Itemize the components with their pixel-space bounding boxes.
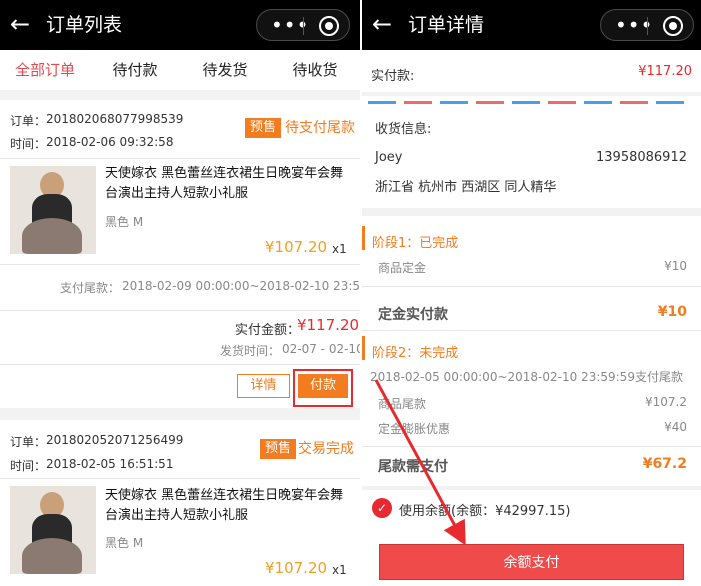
order-time-label: 时间： bbox=[10, 137, 47, 151]
tail-payment-period: 2018-02-09 00:00:00~2018-02-10 23:59:59 bbox=[122, 279, 360, 293]
order-time-label: 时间： bbox=[10, 459, 47, 473]
tab-pending-shipment[interactable]: 待发货 bbox=[190, 50, 260, 90]
pay-button[interactable]: 付款 bbox=[298, 374, 348, 398]
product-spec: 黑色 M bbox=[105, 536, 144, 550]
product-quantity: x1 bbox=[332, 242, 347, 256]
miniprogram-capsule: ••• bbox=[256, 9, 350, 41]
product-quantity: x1 bbox=[332, 563, 347, 577]
product-price: ¥107.20 bbox=[265, 559, 328, 577]
divider bbox=[0, 478, 360, 479]
product-image[interactable] bbox=[10, 486, 96, 574]
product-price: ¥107.20 bbox=[265, 238, 328, 256]
tab-pending-receipt[interactable]: 待收货 bbox=[280, 50, 350, 90]
detail-button[interactable]: 详情 bbox=[237, 374, 290, 398]
order-time: 2018-02-06 09:32:58 bbox=[46, 135, 174, 149]
product-name[interactable]: 天使嫁衣 黑色蕾丝连衣裙生日晚宴年会舞台演出主持人短款小礼服 bbox=[105, 486, 345, 526]
order-time: 2018-02-05 16:51:51 bbox=[46, 457, 174, 471]
paid-amount: ¥117.20 bbox=[297, 316, 360, 334]
tab-pending-payment[interactable]: 待付款 bbox=[100, 50, 170, 90]
order-number: 201802068077998539 bbox=[46, 112, 184, 126]
close-miniprogram-icon[interactable] bbox=[319, 16, 339, 36]
order-number-label: 订单： bbox=[10, 114, 47, 128]
ship-time: 02-07 - 02-10 bbox=[282, 342, 360, 356]
order-card: 订单： 201802068077998539 时间： 2018-02-06 09… bbox=[0, 100, 360, 408]
presale-badge: 预售 bbox=[245, 118, 282, 138]
divider bbox=[0, 158, 360, 159]
order-status: 交易完成 bbox=[298, 441, 354, 457]
back-arrow-icon[interactable]: ← bbox=[10, 10, 30, 38]
guide-arrow bbox=[374, 379, 466, 546]
capsule-divider bbox=[303, 17, 304, 35]
divider bbox=[0, 264, 360, 265]
ship-time-label: 发货时间： bbox=[220, 344, 281, 358]
page-title: 订单列表 bbox=[46, 14, 123, 36]
order-number: 201802052071256499 bbox=[46, 433, 184, 447]
order-list-screen: ← 订单列表 ••• 全部订单 待付款 待发货 待收货 订单： 20180206… bbox=[0, 0, 360, 586]
order-card: 订单： 201802052071256499 时间： 2018-02-05 16… bbox=[0, 420, 360, 586]
product-image[interactable] bbox=[10, 166, 96, 254]
order-tabs: 全部订单 待付款 待发货 待收货 bbox=[0, 50, 360, 90]
paid-amount-label: 实付金额： bbox=[235, 323, 301, 338]
product-name[interactable]: 天使嫁衣 黑色蕾丝连衣裙生日晚宴年会舞台演出主持人短款小礼服 bbox=[105, 164, 345, 204]
tab-all-orders[interactable]: 全部订单 bbox=[10, 50, 80, 90]
product-spec: 黑色 M bbox=[105, 215, 144, 229]
presale-badge: 预售 bbox=[260, 439, 297, 459]
order-status: 待支付尾款 bbox=[285, 120, 355, 136]
tail-payment-label: 支付尾款： bbox=[60, 281, 121, 295]
top-bar: ← 订单列表 ••• bbox=[0, 0, 360, 50]
order-number-label: 订单： bbox=[10, 435, 47, 449]
divider bbox=[0, 310, 360, 311]
order-detail-screen: 实付款: ¥117.20 ← 订单详情 ••• 收货信息: Joey 13958… bbox=[362, 0, 701, 586]
divider bbox=[0, 364, 360, 365]
